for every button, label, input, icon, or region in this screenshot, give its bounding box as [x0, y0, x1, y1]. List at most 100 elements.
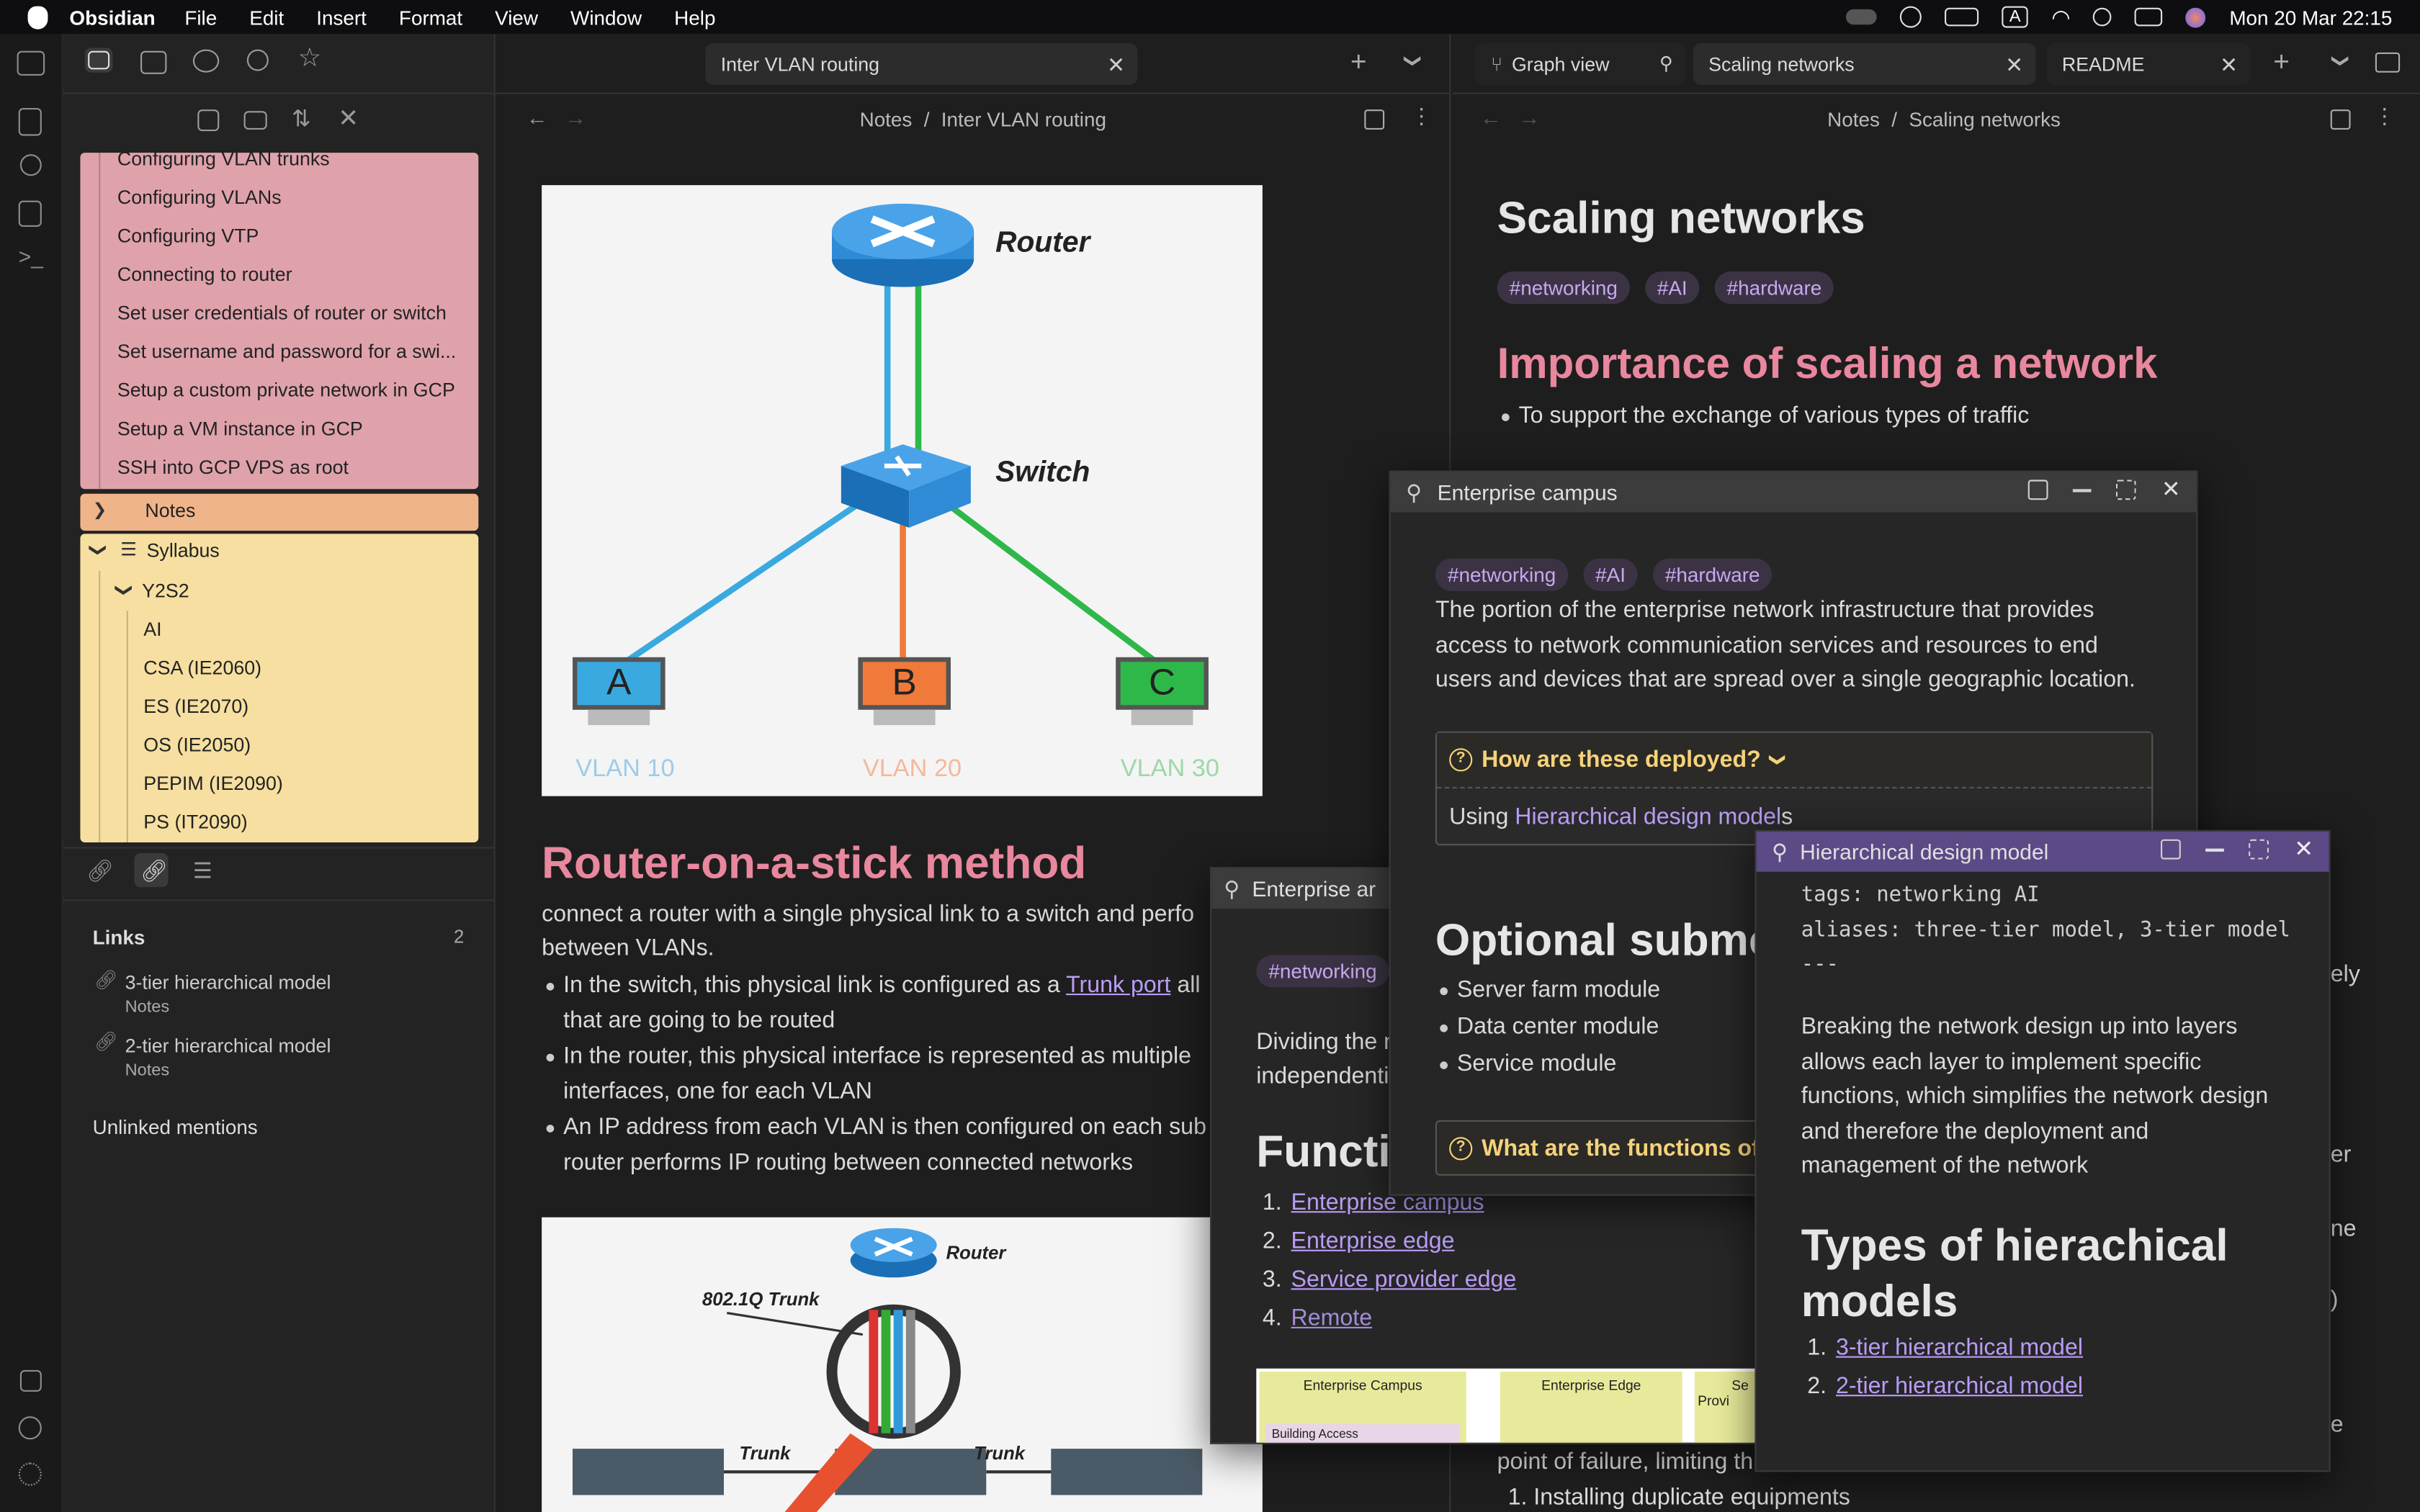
copy-icon[interactable] [18, 200, 42, 227]
graph-icon[interactable] [19, 154, 42, 176]
maximize-icon[interactable] [2249, 839, 2269, 860]
tag[interactable]: #networking [1497, 271, 1631, 305]
tag[interactable]: #AI [1583, 558, 1639, 591]
popover-header[interactable]: ⚲ Hierarchical design model ✕ [1756, 832, 2329, 872]
callout-deployment[interactable]: ? How are these deployed? ❯ Using Hierar… [1435, 731, 2154, 846]
menu-insert[interactable]: Insert [316, 6, 367, 29]
list-link[interactable]: Remote [1291, 1305, 1373, 1331]
menu-app-name[interactable]: Obsidian [69, 6, 155, 29]
breadcrumb-folder[interactable]: Notes [1827, 108, 1880, 131]
file-item[interactable]: PEPIM (IE2090) [143, 773, 283, 795]
file-item[interactable]: Set username and password for a swi... [117, 341, 472, 363]
tree-icon[interactable] [140, 50, 167, 74]
menu-edit[interactable]: Edit [249, 6, 284, 29]
menu-format[interactable]: Format [399, 6, 462, 29]
tag[interactable]: #hardware [1652, 558, 1773, 591]
vault-icon[interactable] [19, 1369, 42, 1392]
maximize-icon[interactable] [2116, 480, 2137, 500]
menu-window[interactable]: Window [570, 6, 642, 29]
new-note-icon[interactable] [197, 109, 220, 132]
folder-icon[interactable] [88, 50, 110, 70]
file-item[interactable]: CSA (IE2060) [143, 657, 261, 679]
close-icon[interactable]: ✕ [2220, 53, 2238, 78]
search-icon[interactable] [246, 49, 269, 71]
chevron-down-icon[interactable]: ❯ [88, 543, 108, 557]
new-tab-icon[interactable]: + [2273, 46, 2290, 78]
back-icon[interactable]: ← [1480, 105, 1502, 130]
search-icon[interactable] [2093, 7, 2112, 27]
sidebar-toggle-icon[interactable] [17, 50, 45, 76]
pin-icon[interactable]: ⚲ [1772, 839, 1788, 865]
terminal-icon[interactable]: >_ [19, 244, 43, 269]
chevron-down-icon[interactable]: ❯ [115, 583, 135, 598]
tag[interactable]: #AI [1644, 271, 1700, 305]
chevron-down-icon[interactable]: ❯ [2331, 54, 2351, 68]
tab-graph-view[interactable]: ⑂ Graph view ⚲ [1475, 43, 1685, 85]
file-item[interactable]: Configuring VTP [117, 225, 472, 247]
link-title[interactable]: 3-tier hierarchical model [125, 972, 331, 994]
open-in-tab-icon[interactable] [2161, 839, 2182, 860]
star-icon[interactable]: ☆ [298, 43, 322, 74]
file-item[interactable]: AI [143, 618, 161, 640]
more-options-icon[interactable]: ⋮ [1411, 104, 1433, 130]
reading-view-icon[interactable] [2330, 109, 2351, 130]
more-options-icon[interactable]: ⋮ [2374, 104, 2396, 130]
forward-icon[interactable]: → [1519, 105, 1541, 130]
unlinked-mentions-header[interactable]: Unlinked mentions [93, 1115, 258, 1138]
play-icon[interactable] [1899, 6, 1922, 28]
siri-icon[interactable] [2186, 6, 2207, 27]
pin-icon[interactable]: ⚲ [1406, 479, 1422, 505]
minimize-icon[interactable] [2073, 489, 2092, 492]
input-source-icon[interactable]: A [2002, 6, 2029, 28]
file-item[interactable]: Setup a custom private network in GCP [117, 379, 472, 401]
tag[interactable]: #networking [1435, 558, 1569, 591]
backlinks-icon[interactable]: 🔗︎ [86, 858, 114, 883]
apple-icon[interactable] [27, 5, 48, 29]
file-item[interactable]: Connecting to router [117, 264, 472, 285]
links-header[interactable]: Links [93, 926, 145, 949]
pin-icon[interactable]: ⚲ [1224, 876, 1240, 901]
outline-icon[interactable]: ☰ [193, 858, 212, 883]
close-icon[interactable]: ✕ [2161, 475, 2181, 503]
collapse-icon[interactable]: ✕ [338, 104, 359, 135]
list-link[interactable]: Enterprise edge [1291, 1228, 1455, 1254]
menubar-clock[interactable]: Mon 20 Mar 22:15 [2229, 6, 2392, 29]
popover-hierarchical-design-model[interactable]: ⚲ Hierarchical design model ✕ tags: netw… [1754, 829, 2331, 1472]
menu-help[interactable]: Help [674, 6, 715, 29]
folder-y2s2-label[interactable]: Y2S2 [142, 580, 189, 602]
cloud-icon[interactable] [1845, 9, 1877, 25]
file-item[interactable]: PS (IT2090) [143, 811, 247, 833]
back-icon[interactable]: ← [526, 105, 548, 130]
open-note-icon[interactable] [18, 108, 42, 136]
minimize-icon[interactable] [2206, 848, 2225, 851]
new-folder-icon[interactable] [243, 111, 267, 130]
link-title[interactable]: 2-tier hierarchical model [125, 1035, 331, 1057]
control-center-icon[interactable] [2135, 7, 2164, 27]
open-in-tab-icon[interactable] [2028, 480, 2049, 500]
file-item[interactable]: Setup a VM instance in GCP [117, 418, 472, 440]
new-tab-icon[interactable]: + [1350, 46, 1367, 78]
tab-inter-vlan[interactable]: Inter VLAN routing ✕ [705, 43, 1138, 85]
pin-icon[interactable]: ⚲ [1659, 53, 1673, 74]
menu-view[interactable]: View [495, 6, 538, 29]
list-link[interactable]: Service provider edge [1291, 1266, 1517, 1292]
folder-notes[interactable]: ❯ Notes [80, 493, 479, 531]
file-item[interactable]: OS (IE2050) [143, 734, 251, 756]
file-item[interactable]: Configuring VLAN trunks [117, 148, 472, 170]
help-icon[interactable] [18, 1416, 42, 1440]
close-icon[interactable]: ✕ [2005, 53, 2023, 78]
close-icon[interactable]: ✕ [2294, 834, 2313, 862]
clock-icon[interactable] [192, 49, 220, 73]
file-item[interactable]: ES (IE2070) [143, 696, 248, 717]
list-link[interactable]: 2-tier hierarchical model [1836, 1373, 2083, 1399]
tag[interactable]: #networking [1256, 955, 1389, 988]
tag[interactable]: #hardware [1714, 271, 1834, 305]
tab-readme[interactable]: README ✕ [2046, 43, 2251, 85]
breadcrumb-folder[interactable]: Notes [860, 108, 913, 131]
right-sidebar-toggle-icon[interactable] [2375, 52, 2401, 73]
file-item[interactable]: Configuring VLANs [117, 186, 472, 208]
menu-file[interactable]: File [184, 6, 217, 29]
trunk-port-link[interactable]: Trunk port [1066, 972, 1170, 998]
file-item[interactable]: Set user credentials of router or switch [117, 302, 472, 324]
chevron-down-icon[interactable]: ❯ [1403, 54, 1423, 68]
